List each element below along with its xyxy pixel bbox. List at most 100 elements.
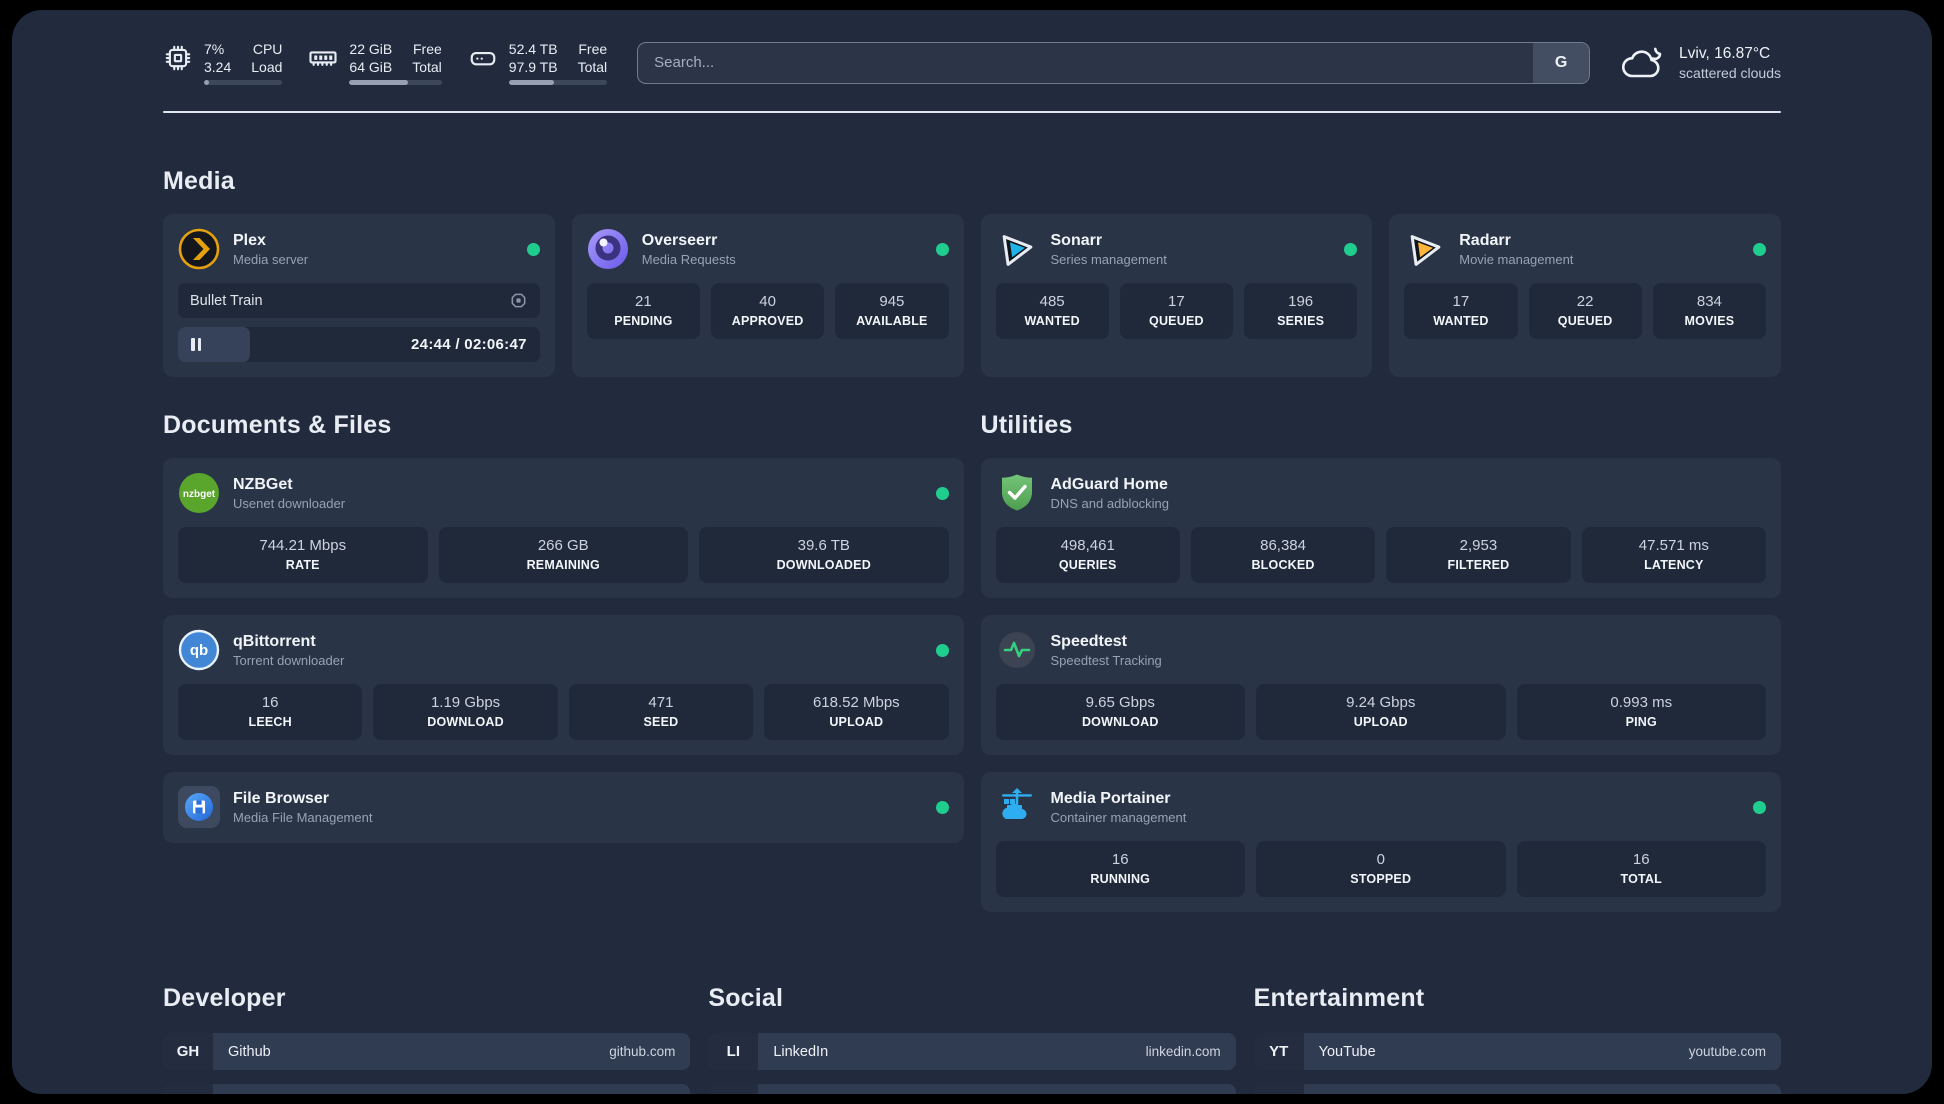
- memory-resource: 22 GiB 64 GiB Free Total: [308, 40, 442, 85]
- dashboard-panel: 7% 3.24 CPU Load 22 GiB 64 GiB Free Tota…: [12, 10, 1932, 1094]
- speedtest-card[interactable]: Speedtest Speedtest Tracking 9.65 Gbps D…: [980, 615, 1781, 755]
- weather-condition: scattered clouds: [1679, 64, 1781, 81]
- memory-progress-bar: [349, 80, 442, 85]
- plex-progress-fill: [178, 327, 251, 362]
- stat-label: DOWNLOADED: [776, 558, 871, 572]
- stat-label: DOWNLOAD: [427, 715, 504, 729]
- bookmark-linkedin[interactable]: LI LinkedIn linkedin.com: [708, 1033, 1236, 1070]
- qbittorrent-status-dot: [935, 643, 949, 657]
- qbittorrent-name: qBittorrent: [233, 633, 316, 650]
- stat-value: 744.21 Mbps: [259, 537, 347, 554]
- weather-widget: Lviv, 16.87°C scattered clouds: [1620, 44, 1781, 82]
- stat-value: 21: [635, 293, 652, 310]
- bookmark-name: YouTube: [1318, 1043, 1376, 1060]
- stat-value: 39.6 TB: [797, 537, 850, 554]
- radarr-name: Radarr: [1459, 232, 1511, 249]
- portainer-stat-total: 16 TOTAL: [1516, 841, 1766, 897]
- sonarr-icon: [996, 228, 1038, 270]
- sonarr-stat-wanted: 485 WANTED: [995, 283, 1109, 339]
- bookmark-url: linkedin.com: [1145, 1044, 1221, 1059]
- overseerr-card[interactable]: Overseerr Media Requests 21 PENDING 40 A…: [571, 214, 964, 377]
- radarr-description: Movie management: [1459, 252, 1574, 267]
- entertainment-bookmarks: Entertainment YT YouTube youtube.com NF …: [1253, 984, 1781, 1094]
- overseerr-stat-available: 945 AVAILABLE: [835, 283, 949, 339]
- filebrowser-icon: [178, 786, 220, 828]
- stat-label: SEED: [643, 715, 679, 729]
- bookmark-abbr: NF: [1253, 1084, 1304, 1094]
- plex-icon: [178, 228, 220, 270]
- stat-label: MOVIES: [1684, 314, 1735, 328]
- bookmark-stackoverflow[interactable]: SO StackOverflow stackoverflow.com: [163, 1084, 691, 1094]
- weather-location-temp: Lviv, 16.87°C: [1679, 44, 1771, 62]
- stat-value: 17: [1452, 293, 1470, 310]
- sonarr-name: Sonarr: [1050, 232, 1103, 249]
- pause-icon[interactable]: [191, 338, 201, 351]
- bookmark-netflix[interactable]: NF Netflix netflix.com: [1253, 1084, 1781, 1094]
- adguard-name: AdGuard Home: [1050, 476, 1168, 493]
- cpu-usage-value: 7%: [204, 41, 225, 57]
- portainer-name: Media Portainer: [1050, 790, 1171, 807]
- filebrowser-status-dot: [935, 800, 949, 814]
- disk-total-value: 97.9 TB: [508, 59, 558, 75]
- stat-value: 16: [1632, 851, 1650, 868]
- memory-total-label: Total: [412, 59, 442, 75]
- qbittorrent-card[interactable]: qb qBittorrent Torrent downloader 16 LEE…: [163, 615, 964, 755]
- sonarr-description: Series management: [1050, 252, 1167, 267]
- plex-card[interactable]: Plex Media server Bullet Train 24:44 / 0: [163, 214, 555, 377]
- stat-value: 618.52 Mbps: [812, 694, 900, 711]
- search-input[interactable]: [638, 42, 1534, 83]
- speedtest-icon: [996, 629, 1038, 671]
- memory-free-value: 22 GiB: [349, 41, 393, 57]
- filebrowser-card[interactable]: File Browser Media File Management: [163, 772, 964, 843]
- resource-monitors: 7% 3.24 CPU Load 22 GiB 64 GiB Free Tota…: [163, 40, 608, 85]
- svg-text:qb: qb: [190, 642, 208, 659]
- nzbget-icon: nzbget: [178, 472, 220, 514]
- stat-value: 0: [1376, 851, 1385, 868]
- overseerr-description: Media Requests: [641, 252, 736, 267]
- portainer-icon: [996, 786, 1038, 828]
- speedtest-stat-ping: 0.993 ms PING: [1516, 684, 1766, 740]
- bookmark-twitter[interactable]: TW Twitter twitter.com: [708, 1084, 1236, 1094]
- bookmark-abbr: LI: [708, 1033, 759, 1070]
- qbittorrent-stat-seed: 471 SEED: [568, 684, 754, 740]
- nzbget-description: Usenet downloader: [233, 496, 346, 511]
- stat-label: TOTAL: [1620, 872, 1662, 886]
- adguard-card[interactable]: AdGuard Home DNS and adblocking 498,461 …: [980, 458, 1781, 598]
- qbittorrent-stat-upload: 618.52 Mbps UPLOAD: [764, 684, 949, 740]
- memory-free-label: Free: [413, 41, 442, 57]
- radarr-status-dot: [1753, 242, 1766, 256]
- bookmark-abbr: GH: [163, 1033, 213, 1070]
- bookmark-github[interactable]: GH Github github.com: [163, 1033, 691, 1070]
- adguard-icon: [996, 472, 1038, 514]
- radarr-card[interactable]: Radarr Movie management 17 WANTED 22 QUE…: [1389, 214, 1781, 377]
- dashboard-screen: 7% 3.24 CPU Load 22 GiB 64 GiB Free Tota…: [0, 0, 1944, 1104]
- stat-value: 471: [648, 694, 674, 711]
- bookmark-youtube[interactable]: YT YouTube youtube.com: [1253, 1033, 1781, 1070]
- bookmark-name: LinkedIn: [773, 1043, 829, 1060]
- portainer-description: Container management: [1050, 810, 1187, 825]
- stat-label: UPLOAD: [829, 715, 884, 729]
- bookmark-abbr: TW: [708, 1084, 759, 1094]
- sonarr-card[interactable]: Sonarr Series management 485 WANTED 17 Q…: [980, 214, 1373, 377]
- overseerr-name: Overseerr: [641, 232, 718, 249]
- speedtest-stat-download: 9.65 Gbps DOWNLOAD: [995, 684, 1245, 740]
- stat-label: AVAILABLE: [856, 314, 928, 328]
- developer-bookmarks: Developer GH Github github.com SO StackO…: [163, 984, 691, 1094]
- plex-now-playing-title: Bullet Train: [190, 292, 263, 309]
- entertainment-section-title: Entertainment: [1253, 984, 1425, 1012]
- stat-value: 834: [1696, 293, 1722, 310]
- cpu-resource: 7% 3.24 CPU Load: [163, 40, 283, 85]
- stat-label: DOWNLOAD: [1081, 715, 1159, 729]
- speedtest-stat-upload: 9.24 Gbps UPLOAD: [1256, 684, 1506, 740]
- stat-label: BLOCKED: [1251, 558, 1315, 572]
- cpu-load-value: 3.24: [204, 59, 232, 75]
- nzbget-card[interactable]: nzbget NZBGet Usenet downloader 744.21 M…: [163, 458, 964, 598]
- portainer-card[interactable]: Media Portainer Container management 16 …: [980, 772, 1781, 912]
- utilities-section-title: Utilities: [980, 411, 1073, 439]
- portainer-stat-stopped: 0 STOPPED: [1256, 841, 1506, 897]
- memory-total-value: 64 GiB: [349, 59, 393, 75]
- stat-label: RUNNING: [1090, 872, 1151, 886]
- stat-value: 1.19 Gbps: [430, 694, 501, 711]
- qbittorrent-icon: qb: [178, 629, 220, 671]
- search-engine-button[interactable]: G: [1533, 42, 1590, 83]
